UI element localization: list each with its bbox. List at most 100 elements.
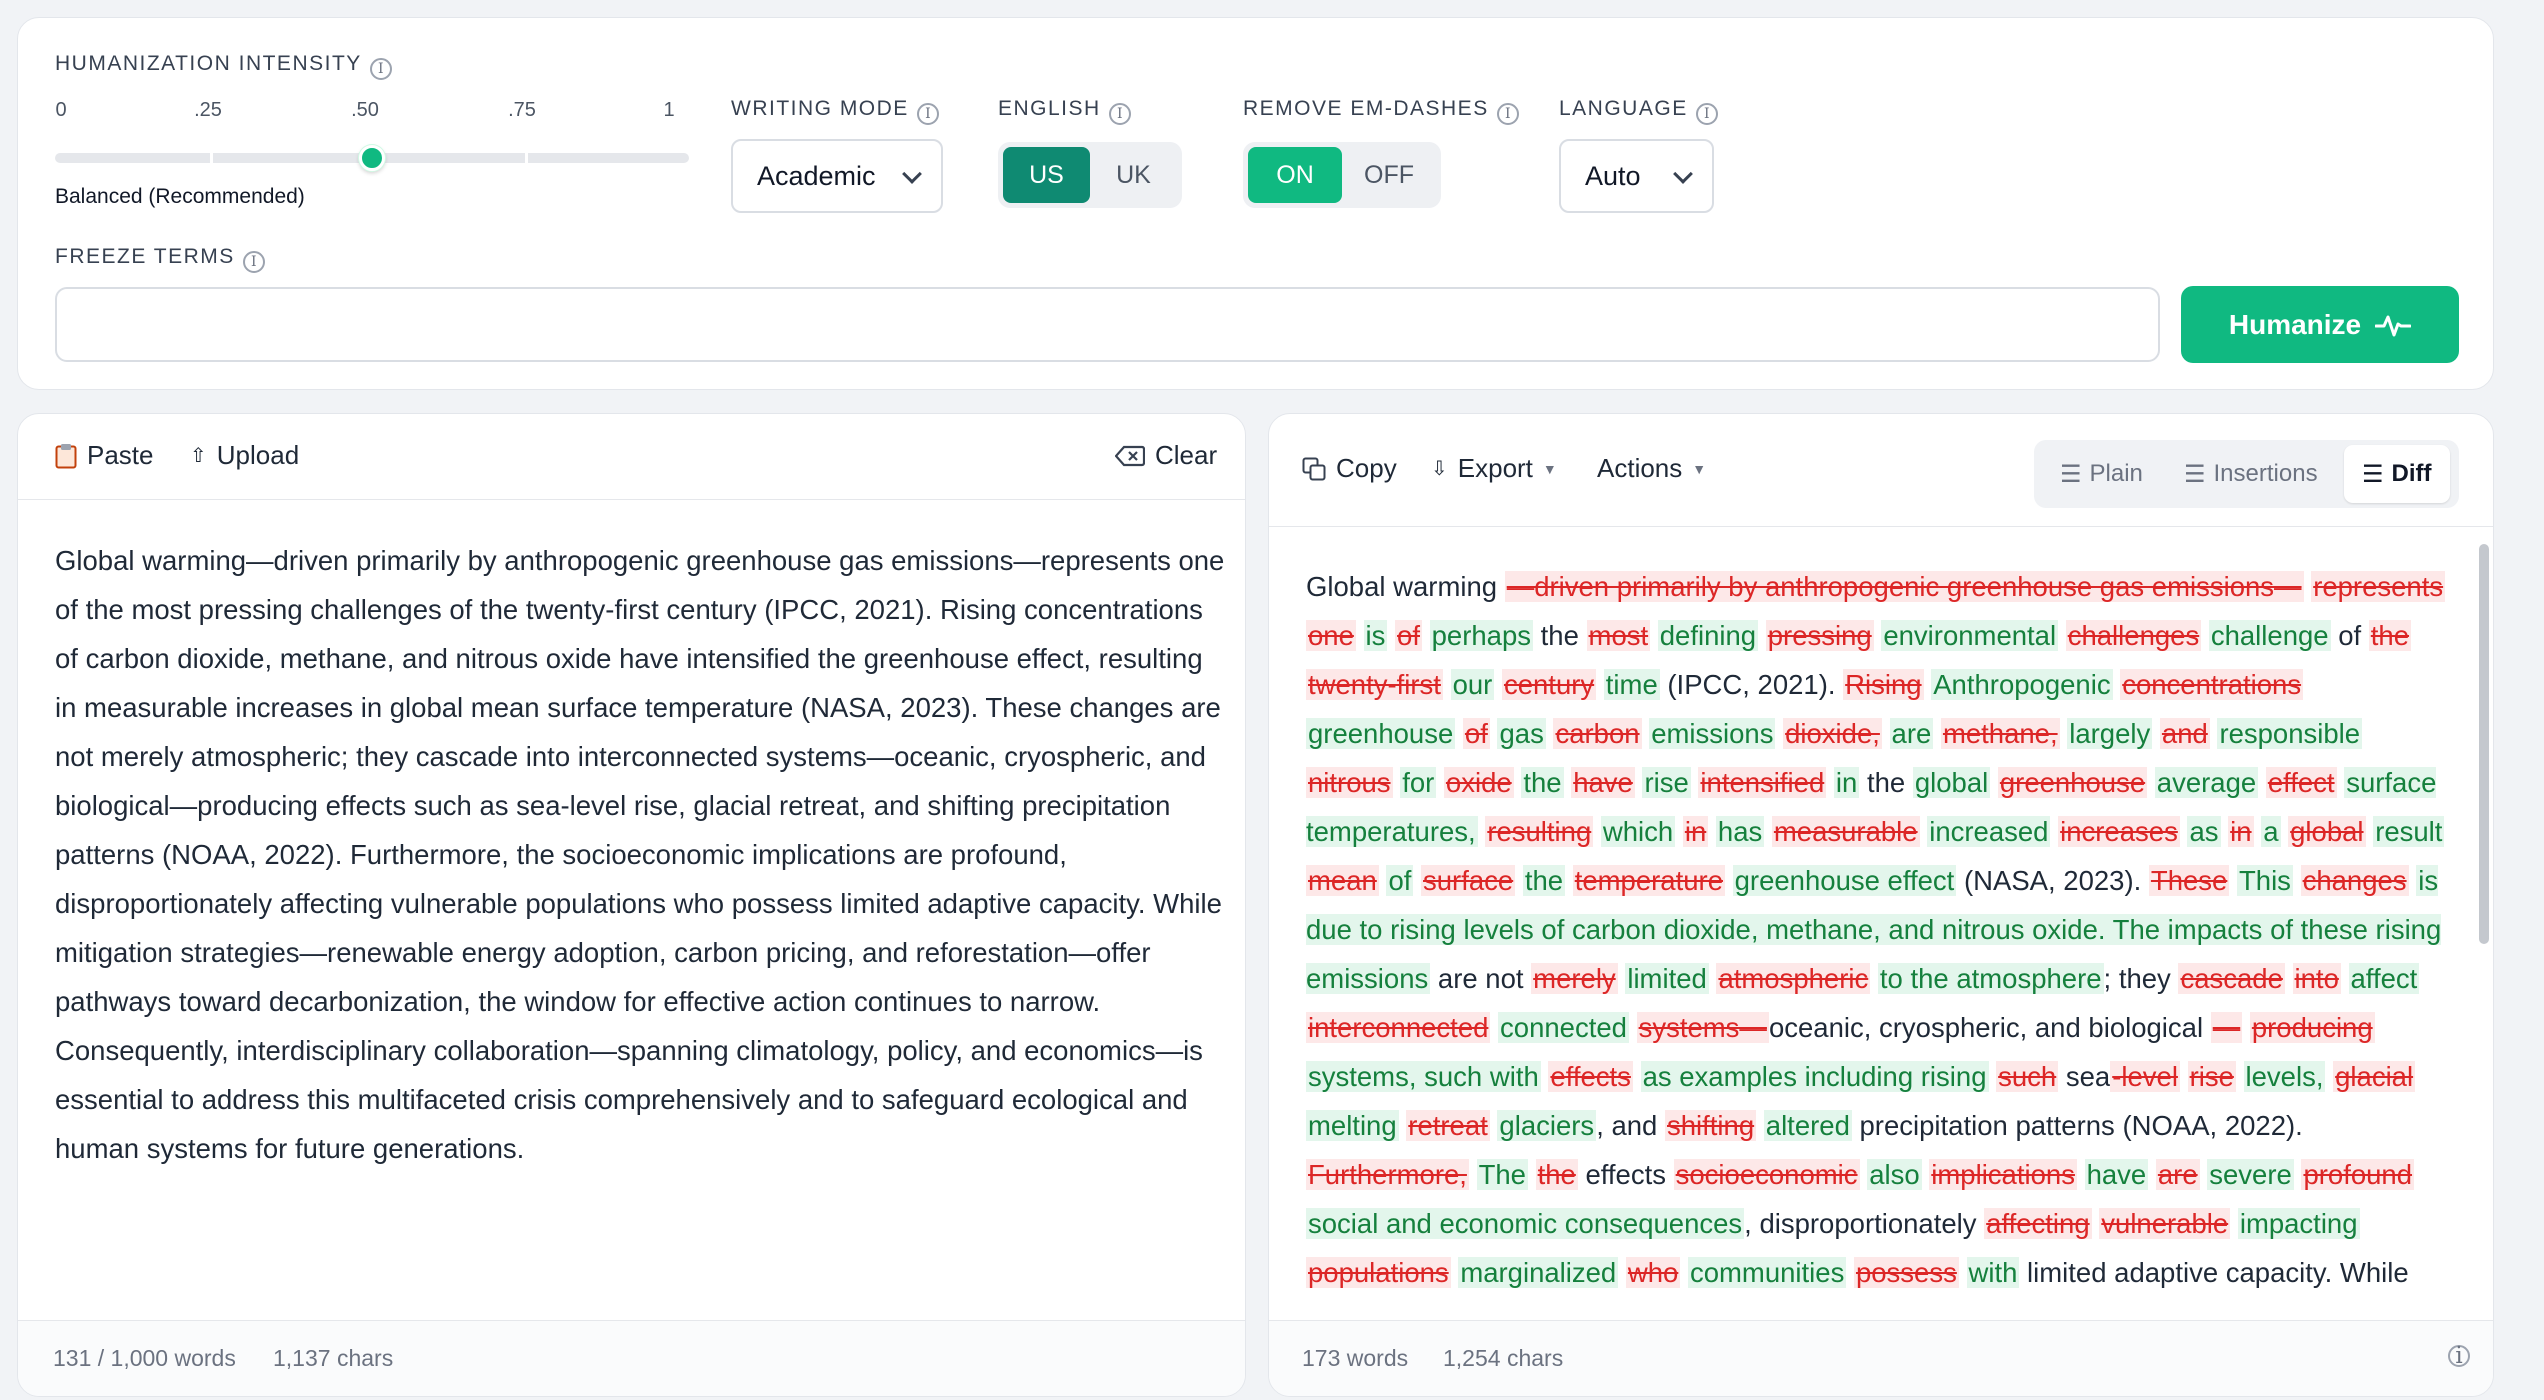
freeze-terms-label: FREEZE TERMS i bbox=[55, 245, 265, 273]
input-char-count: 1,137 chars bbox=[273, 1345, 394, 1371]
unchanged-text: of bbox=[2330, 620, 2369, 651]
deleted-token: temperature bbox=[1572, 865, 1725, 896]
inserted-token: marginalized bbox=[1458, 1257, 1619, 1288]
unchanged-text bbox=[1593, 816, 1601, 847]
freeze-terms-input[interactable] bbox=[55, 287, 2160, 362]
deleted-token: increases bbox=[2058, 816, 2180, 847]
unchanged-text bbox=[1708, 816, 1716, 847]
info-icon[interactable]: i bbox=[1695, 103, 1718, 125]
unchanged-text bbox=[1515, 865, 1523, 896]
copy-button[interactable]: Copy bbox=[1302, 453, 1397, 484]
slider-tick: .75 bbox=[508, 99, 536, 121]
intensity-slider[interactable] bbox=[55, 145, 689, 171]
info-icon[interactable]: i bbox=[369, 58, 392, 80]
info-icon[interactable]: i bbox=[2448, 1345, 2470, 1368]
unchanged-text: (IPCC, 2021). bbox=[1659, 669, 1844, 700]
deleted-token: interconnected bbox=[1306, 1012, 1491, 1043]
inserted-token: to the atmosphere bbox=[1877, 963, 2104, 994]
deleted-token: in bbox=[1682, 816, 1709, 847]
slider-tick: .50 bbox=[351, 99, 379, 121]
paste-button[interactable]: Paste bbox=[55, 440, 154, 471]
inserted-token: responsible bbox=[2217, 718, 2363, 749]
deleted-token: populations bbox=[1306, 1257, 1451, 1288]
deleted-token: affecting bbox=[1984, 1208, 2092, 1239]
output-scrollbar[interactable] bbox=[2479, 544, 2489, 1360]
inserted-token: increased bbox=[1927, 816, 2051, 847]
info-icon[interactable]: i bbox=[1108, 103, 1131, 125]
info-icon[interactable]: i bbox=[242, 251, 265, 273]
input-textarea[interactable]: Global warming—driven primarily by anthr… bbox=[55, 536, 1225, 1173]
clipboard-icon bbox=[55, 443, 77, 468]
chevron-down-icon bbox=[902, 164, 922, 184]
unchanged-text bbox=[1990, 767, 1998, 798]
export-button[interactable]: ⇩ Export ▼ bbox=[1431, 453, 1557, 484]
pulse-icon bbox=[2375, 315, 2412, 336]
deleted-token: merely bbox=[1531, 963, 1618, 994]
deleted-token: of bbox=[1395, 620, 1422, 651]
output-word-count: 173 words bbox=[1302, 1345, 1409, 1371]
language-select[interactable]: Auto bbox=[1559, 139, 1714, 213]
english-toggle: US UK bbox=[998, 142, 1182, 208]
upload-button[interactable]: ⇧ Upload bbox=[190, 440, 299, 471]
clear-button[interactable]: Clear bbox=[1115, 440, 1217, 471]
english-label: ENGLISH i bbox=[998, 97, 1131, 125]
english-uk-option[interactable]: UK bbox=[1090, 147, 1177, 203]
settings-card: HUMANIZATION INTENSITY i 0 .25 .50 .75 1 … bbox=[17, 17, 2494, 390]
slider-thumb[interactable] bbox=[359, 145, 385, 171]
actions-button[interactable]: Actions ▼ bbox=[1597, 453, 1706, 484]
writing-mode-select[interactable]: Academic bbox=[731, 139, 943, 213]
deleted-token: carbon bbox=[1553, 718, 1642, 749]
intensity-label: HUMANIZATION INTENSITY i bbox=[55, 52, 392, 80]
inserted-token: This bbox=[2236, 865, 2293, 896]
input-word-count: 131 / 1,000 words bbox=[53, 1345, 236, 1371]
unchanged-text bbox=[1846, 1257, 1854, 1288]
humanize-button[interactable]: Humanize bbox=[2181, 286, 2459, 363]
unchanged-text bbox=[1758, 620, 1766, 651]
deleted-token: surface bbox=[1421, 865, 1516, 896]
view-plain-option[interactable]: ☰ Plain bbox=[2060, 445, 2143, 503]
deleted-token: the bbox=[2368, 620, 2412, 651]
deleted-token: methane, bbox=[1940, 718, 2060, 749]
slider-tick: 1 bbox=[663, 99, 675, 121]
deleted-token: greenhouse bbox=[1997, 767, 2148, 798]
unchanged-text bbox=[2341, 963, 2349, 994]
em-dashes-toggle: ON OFF bbox=[1243, 142, 1441, 208]
inserted-token: greenhouse bbox=[1306, 718, 1456, 749]
unchanged-text bbox=[1764, 816, 1772, 847]
deleted-token: who bbox=[1625, 1257, 1681, 1288]
unchanged-text bbox=[1596, 669, 1604, 700]
unchanged-text bbox=[2325, 1061, 2333, 1092]
english-us-option[interactable]: US bbox=[1003, 147, 1090, 203]
unchanged-text bbox=[1725, 865, 1733, 896]
inserted-token: altered bbox=[1763, 1110, 1852, 1141]
unchanged-text bbox=[2281, 816, 2289, 847]
inserted-token: a bbox=[2261, 816, 2281, 847]
view-insertions-option[interactable]: ☰ Insertions bbox=[2184, 445, 2318, 503]
view-toggle: ☰ Plain ☰ Insertions ☰ Diff bbox=[2034, 440, 2459, 508]
upload-icon: ⇧ bbox=[190, 445, 207, 467]
unchanged-text: sea bbox=[2058, 1061, 2111, 1092]
inserted-token: the bbox=[1521, 767, 1564, 798]
inserted-token: time bbox=[1603, 669, 1660, 700]
scroll-thumb[interactable] bbox=[2479, 544, 2489, 944]
inserted-token: greenhouse effect bbox=[1732, 865, 1957, 896]
em-dashes-off-option[interactable]: OFF bbox=[1342, 147, 1436, 203]
inserted-token: result bbox=[2373, 816, 2445, 847]
output-char-count: 1,254 chars bbox=[1443, 1345, 1564, 1371]
unchanged-text bbox=[2236, 1061, 2244, 1092]
unchanged-text bbox=[1436, 767, 1444, 798]
unchanged-text bbox=[1959, 1257, 1967, 1288]
em-dashes-on-option[interactable]: ON bbox=[1248, 147, 1342, 203]
view-diff-option[interactable]: ☰ Diff bbox=[2344, 445, 2450, 503]
unchanged-text bbox=[2285, 963, 2293, 994]
unchanged-text bbox=[1469, 1159, 1477, 1190]
inserted-token: of bbox=[1386, 865, 1414, 896]
deleted-token: and bbox=[2159, 718, 2210, 749]
deleted-token: dioxide, bbox=[1783, 718, 1882, 749]
unchanged-text bbox=[1413, 865, 1421, 896]
info-icon[interactable]: i bbox=[916, 103, 939, 125]
deleted-token: — bbox=[2210, 1012, 2243, 1043]
info-icon[interactable]: i bbox=[1496, 103, 1519, 125]
slider-tick: .25 bbox=[194, 99, 222, 121]
inserted-token: The bbox=[1476, 1159, 1528, 1190]
